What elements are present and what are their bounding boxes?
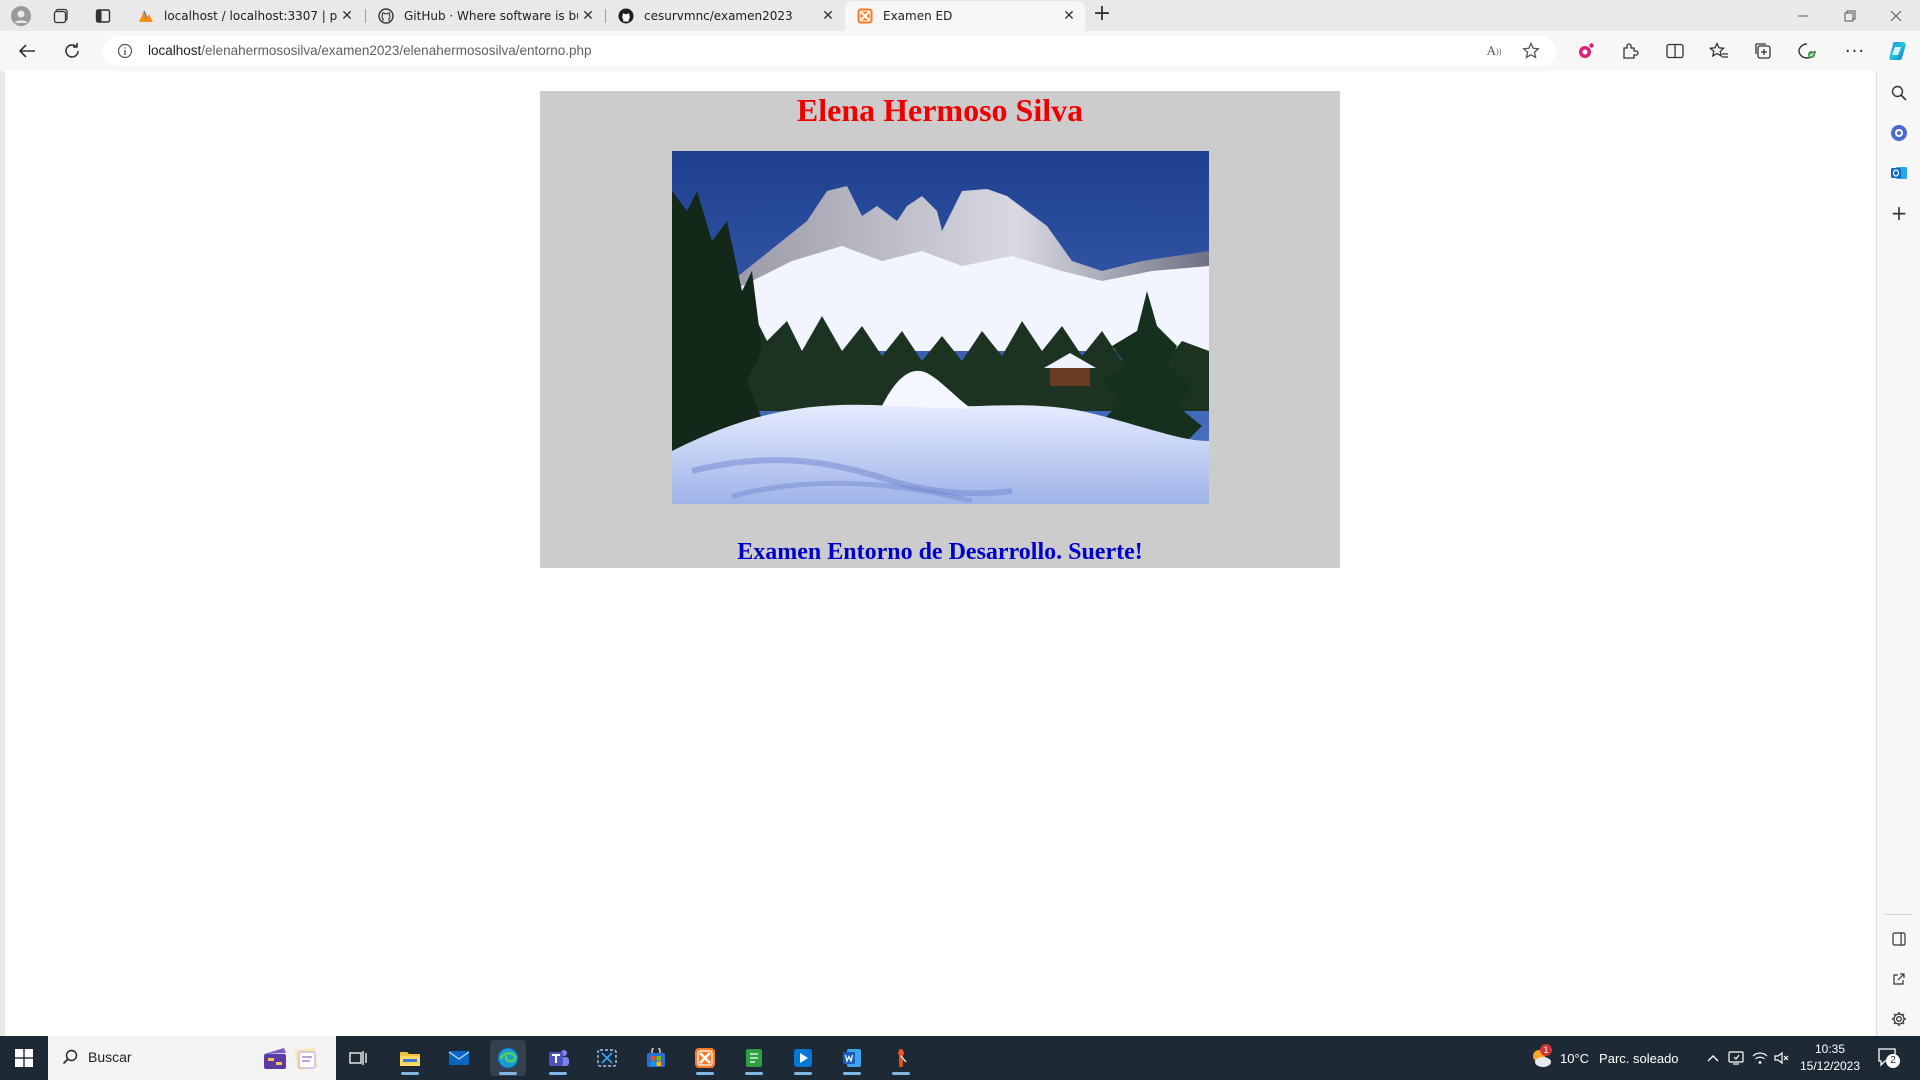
tab-title: Examen ED (883, 9, 953, 23)
windows-security-icon[interactable] (1728, 1036, 1744, 1080)
xampp-taskbar-icon[interactable] (687, 1040, 723, 1076)
notification-center-icon[interactable]: 2 (1877, 1036, 1900, 1080)
notepad-plus-plus-icon[interactable] (736, 1040, 772, 1076)
refresh-button[interactable] (58, 37, 86, 65)
task-view-icon[interactable] (341, 1040, 377, 1076)
add-sidebar-app-icon[interactable]: + (1887, 201, 1911, 225)
restore-button[interactable] (1827, 0, 1873, 31)
file-explorer-icon[interactable] (392, 1040, 428, 1076)
settings-gear-icon[interactable] (1887, 1007, 1911, 1031)
extension-icon[interactable] (1572, 37, 1600, 65)
tab-github[interactable]: GitHub · Where software is built ✕ (366, 1, 604, 30)
running-indicator (401, 1072, 419, 1075)
favorite-star-icon[interactable] (1521, 41, 1541, 61)
search-placeholder: Buscar (88, 1049, 132, 1065)
outlook-icon[interactable] (1887, 161, 1911, 185)
tab-phpmyadmin[interactable]: localhost / localhost:3307 | phpMyAdmin … (126, 1, 363, 30)
notification-count-badge: 2 (1886, 1054, 1900, 1068)
close-tab-icon[interactable]: ✕ (818, 6, 838, 26)
open-external-icon[interactable] (1887, 967, 1911, 991)
weather-alert-badge: 1 (1540, 1044, 1552, 1056)
address-bar[interactable]: localhost/elenahermososilva/examen2023/e… (103, 36, 1556, 66)
running-indicator (794, 1072, 812, 1075)
phpmyadmin-icon (138, 8, 154, 24)
weather-description: Parc. soleado (1599, 1050, 1679, 1066)
close-tab-icon[interactable]: ✕ (1059, 6, 1079, 26)
show-hidden-icons-chevron-icon[interactable] (1706, 1036, 1720, 1080)
split-screen-icon[interactable] (1661, 37, 1689, 65)
edge-taskbar-icon[interactable] (490, 1040, 526, 1076)
clock-time: 10:35 (1814, 1042, 1846, 1056)
copilot-sidebar-icon[interactable] (1887, 121, 1911, 145)
windows-taskbar: Buscar 1 10°C Parc. soleado 10:35 15/12/… (0, 1036, 1920, 1080)
search-icon (62, 1049, 78, 1069)
browser-toolbar: localhost/elenahermososilva/examen2023/e… (0, 31, 1920, 71)
page-viewport: Elena Hermoso Silva Examen Entorno de De… (5, 71, 1876, 1036)
site-info-icon[interactable] (117, 43, 133, 59)
profile-icon[interactable] (8, 3, 34, 29)
microsoft-store-icon[interactable] (638, 1040, 674, 1076)
workspaces-icon[interactable] (48, 3, 74, 29)
copilot-icon[interactable] (1884, 37, 1912, 65)
xampp-icon (857, 8, 873, 24)
page-subheading: Examen Entorno de Desarrollo. Suerte! (737, 539, 1143, 565)
tab-examen2023-repo[interactable]: cesurvmnc/examen2023 ✕ (606, 1, 844, 30)
tab-title: localhost / localhost:3307 | phpMyAdmin (164, 8, 337, 23)
github-icon (618, 8, 634, 24)
running-indicator (499, 1072, 517, 1075)
word-icon[interactable] (834, 1040, 870, 1076)
running-indicator (696, 1072, 714, 1075)
weather-temperature: 10°C (1560, 1050, 1590, 1066)
tab-strip: localhost / localhost:3307 | phpMyAdmin … (0, 0, 1920, 31)
search-highlight-notes-icon (291, 1043, 321, 1073)
collections-icon[interactable] (1749, 37, 1777, 65)
tab-title: GitHub · Where software is built (404, 8, 578, 23)
url-text[interactable]: localhost/elenahermososilva/examen2023/e… (148, 43, 592, 58)
running-indicator (549, 1072, 567, 1075)
mail-icon[interactable] (441, 1040, 477, 1076)
edge-sidebar: + (1876, 71, 1920, 1036)
snipping-tool-icon[interactable] (589, 1040, 625, 1076)
taskbar-clock[interactable]: 10:35 15/12/2023 (1795, 1041, 1865, 1075)
volume-muted-icon[interactable] (1774, 1036, 1790, 1080)
url-host: localhost (148, 43, 202, 58)
favorites-icon[interactable] (1705, 37, 1733, 65)
sidebar-divider (1885, 914, 1913, 915)
clock-date: 15/12/2023 (1799, 1059, 1861, 1073)
search-highlight-clapper-icon (260, 1043, 290, 1073)
hide-sidebar-icon[interactable] (1887, 927, 1911, 951)
taskbar-search-box[interactable]: Buscar (48, 1036, 336, 1080)
teams-icon[interactable] (540, 1040, 576, 1076)
exam-panel: Elena Hermoso Silva Examen Entorno de De… (540, 91, 1340, 568)
search-icon[interactable] (1887, 81, 1911, 105)
running-indicator (745, 1072, 763, 1075)
media-player-icon[interactable] (785, 1040, 821, 1076)
extensions-puzzle-icon[interactable] (1616, 37, 1644, 65)
running-indicator (843, 1072, 861, 1075)
browser-essentials-icon[interactable] (1793, 37, 1821, 65)
minimize-button[interactable] (1781, 0, 1827, 31)
github-icon (378, 7, 394, 24)
page-heading: Elena Hermoso Silva (796, 92, 1084, 128)
close-tab-icon[interactable]: ✕ (578, 6, 598, 26)
back-button[interactable] (13, 37, 41, 65)
close-window-button[interactable] (1873, 0, 1919, 31)
close-tab-icon[interactable]: ✕ (337, 6, 357, 26)
weather-widget[interactable]: 1 10°C Parc. soleado (1530, 1036, 1679, 1080)
mountain-landscape-image (672, 151, 1209, 504)
more-options-icon[interactable]: ··· (1841, 37, 1869, 65)
url-path: /elenahermososilva/examen2023/elenahermo… (201, 43, 592, 58)
weather-sun-cloud-icon: 1 (1530, 1044, 1552, 1069)
read-aloud-icon[interactable]: A)) (1484, 41, 1504, 61)
new-tab-button[interactable]: + (1090, 3, 1114, 27)
windows-start-icon[interactable] (0, 1036, 48, 1080)
network-icon[interactable] (1752, 1036, 1768, 1080)
git-app-icon[interactable] (883, 1040, 919, 1076)
tab-title: cesurvmnc/examen2023 (644, 8, 793, 23)
running-indicator (892, 1072, 910, 1075)
vertical-tabs-icon[interactable] (90, 3, 116, 29)
tab-examen-ed[interactable]: Examen ED ✕ (845, 1, 1085, 31)
